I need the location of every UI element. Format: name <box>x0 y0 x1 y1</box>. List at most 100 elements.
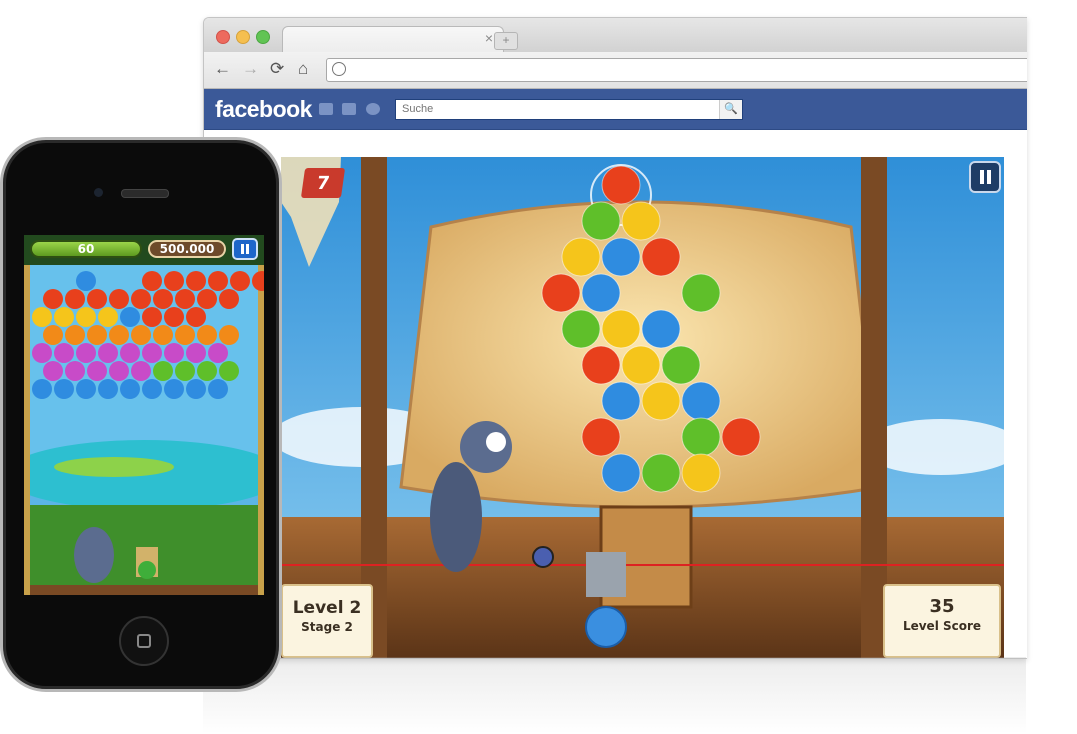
bubble <box>131 325 151 345</box>
bubble <box>219 289 239 309</box>
level-score-label: Level Score <box>902 619 982 633</box>
bubble <box>641 381 681 421</box>
bubble <box>65 289 85 309</box>
bubble <box>76 343 96 363</box>
reload-button[interactable]: ⟳ <box>270 59 284 79</box>
lives-badge: 7 <box>300 168 346 198</box>
bubble <box>681 273 721 313</box>
search-input[interactable] <box>402 103 702 115</box>
bubble <box>681 453 721 493</box>
target-score: 500.000 <box>159 242 215 256</box>
bubble <box>186 307 206 327</box>
browser-tab[interactable]: × <box>282 26 504 53</box>
home-button[interactable] <box>119 616 169 666</box>
bubble <box>54 379 74 399</box>
pause-icon-bar <box>246 244 249 254</box>
notifications-globe-icon[interactable] <box>366 103 380 115</box>
bubble <box>681 381 721 421</box>
bubble <box>54 307 74 327</box>
bubble <box>76 379 96 399</box>
home-square-icon <box>137 634 151 648</box>
level-score-value: 35 <box>929 596 955 617</box>
facebook-header: facebook 🔍 <box>204 89 1027 130</box>
bubble <box>208 379 228 399</box>
friend-requests-icon[interactable] <box>319 103 333 115</box>
bubble <box>131 361 151 381</box>
score-card: 35 Level Score <box>883 584 1001 658</box>
level-card: Level 2 Stage 2 <box>281 584 373 658</box>
bubble <box>641 453 681 493</box>
bubble <box>142 307 162 327</box>
bubble <box>186 343 206 363</box>
bubble <box>186 271 206 291</box>
bubble <box>87 289 107 309</box>
speaker-grille <box>121 189 169 198</box>
minimize-window-button[interactable] <box>236 30 250 44</box>
bubble <box>208 271 228 291</box>
search-icon[interactable]: 🔍 <box>719 100 742 119</box>
bubble <box>98 379 118 399</box>
bubble <box>142 379 162 399</box>
bubble <box>164 343 184 363</box>
bubble <box>32 379 52 399</box>
bubble <box>109 361 129 381</box>
back-button[interactable]: ← <box>214 59 231 79</box>
globe-icon <box>332 62 346 76</box>
bubble <box>219 361 239 381</box>
bubble <box>120 307 140 327</box>
bubble <box>120 379 140 399</box>
moves-bar: 60 <box>30 240 142 258</box>
bubble <box>98 307 118 327</box>
bubble <box>76 271 96 291</box>
messages-icon[interactable] <box>342 103 356 115</box>
tab-strip: × + <box>204 18 1027 53</box>
bubble <box>87 325 107 345</box>
address-bar[interactable] <box>326 58 1027 82</box>
facebook-search-box: 🔍 <box>395 99 743 120</box>
bubble <box>153 325 173 345</box>
close-window-button[interactable] <box>216 30 230 44</box>
bubble <box>197 325 217 345</box>
zoom-window-button[interactable] <box>256 30 270 44</box>
iphone-device: 60 500.000 <box>0 137 282 692</box>
browser-toolbar: ← → ⟳ ⌂ <box>204 52 1027 89</box>
bubble <box>661 345 701 385</box>
bubble <box>208 343 228 363</box>
bubble <box>541 273 581 313</box>
bubble <box>601 453 641 493</box>
tab-close-icon[interactable]: × <box>485 30 493 46</box>
home-button[interactable]: ⌂ <box>298 59 308 79</box>
pause-icon <box>241 244 244 254</box>
bubble <box>109 289 129 309</box>
bubble <box>65 361 85 381</box>
bubble <box>561 309 601 349</box>
bubble <box>164 379 184 399</box>
left-border <box>24 265 30 595</box>
ground <box>24 585 264 595</box>
forward-button[interactable]: → <box>242 59 259 79</box>
mast-right <box>861 157 887 658</box>
lives-count: 7 <box>315 173 331 194</box>
phone-screen[interactable]: 60 500.000 <box>24 235 264 595</box>
bubble <box>32 343 52 363</box>
bubble <box>621 345 661 385</box>
facebook-logo[interactable]: facebook <box>215 96 312 123</box>
bubble <box>54 343 74 363</box>
bubble <box>43 361 63 381</box>
pause-button[interactable] <box>232 238 258 260</box>
raccoon-character <box>74 527 114 583</box>
bubble <box>561 237 601 277</box>
pause-button[interactable] <box>969 161 1001 193</box>
bubble <box>601 237 641 277</box>
right-border <box>258 265 264 595</box>
bubble <box>32 307 52 327</box>
bubble <box>153 289 173 309</box>
pause-icon-bar <box>987 170 991 184</box>
new-tab-button[interactable]: + <box>494 32 518 50</box>
game-canvas[interactable]: 7 Level 2 Stage 2 35 Level Score <box>281 157 1004 658</box>
bubble <box>131 289 151 309</box>
bubble <box>109 325 129 345</box>
bubble <box>153 361 173 381</box>
browser-window: × + ← → ⟳ ⌂ facebook 🔍 <box>203 17 1027 659</box>
bubble <box>87 361 107 381</box>
